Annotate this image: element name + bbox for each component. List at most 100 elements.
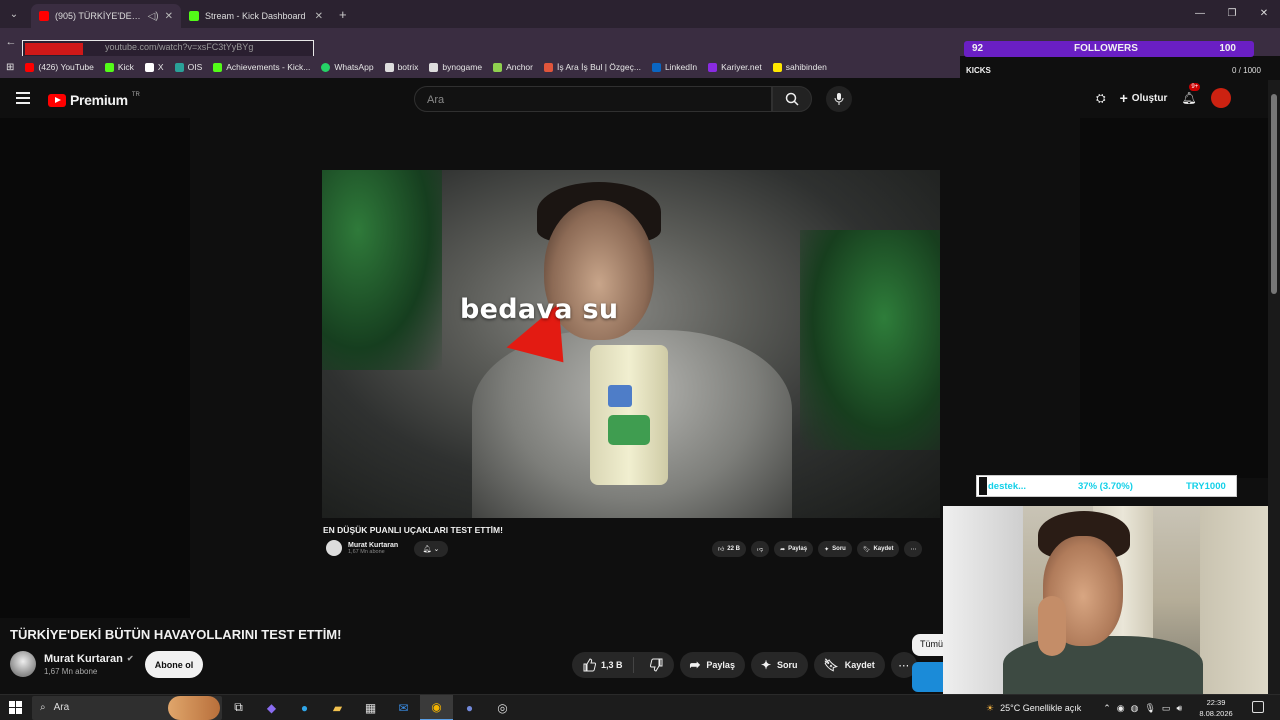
obs-icon[interactable]: ◎ [486, 695, 519, 720]
dislike-small-button[interactable]: 👎︎ [750, 541, 770, 557]
chip-all[interactable]: Tümü [912, 634, 944, 656]
bookmark-x[interactable]: X [144, 62, 164, 72]
tray-app-icon[interactable]: ◍ [1131, 703, 1139, 714]
followers-current: 92 [972, 43, 984, 54]
share-icon: ➦ [689, 657, 701, 672]
notifications-button[interactable]: 🔔︎ 9+ [1181, 83, 1201, 107]
thumbs-up-icon [583, 658, 596, 672]
voice-search-button[interactable] [826, 86, 852, 112]
chrome-icon[interactable]: ◉ [420, 694, 453, 720]
related-thumbnail[interactable] [912, 662, 944, 692]
bookmark-is-ara[interactable]: İş Ara İş Bul | Özgeç... [544, 62, 641, 72]
bell-icon[interactable]: 🔔︎ ⌄ [414, 541, 448, 557]
youtube-logo[interactable]: Premium TR [48, 92, 140, 108]
seat-left [322, 170, 442, 370]
edge-icon[interactable]: ● [288, 695, 321, 720]
copilot-icon[interactable]: ◆ [255, 695, 288, 720]
start-button[interactable] [0, 695, 30, 720]
menu-icon[interactable] [16, 92, 30, 104]
tab-kick-dashboard[interactable]: Stream - Kick Dashboard ✕ [181, 4, 331, 28]
windows-icon [8, 701, 22, 714]
save-small-button[interactable]: 🔖︎ Kaydet [856, 541, 900, 557]
create-button[interactable]: + Oluştur [1120, 90, 1168, 106]
bookmark-sahibinden[interactable]: sahibinden [772, 62, 827, 72]
url-field[interactable]: youtube.com/watch?v=xsFC3tYyBYg [22, 40, 314, 57]
donation-goal: TRY1000 [1186, 480, 1226, 492]
logo-region: TR [131, 92, 140, 98]
clock-time: 22:39 [1206, 698, 1226, 707]
new-tab-button[interactable]: + [339, 7, 347, 22]
file-explorer-icon[interactable]: ▰ [321, 695, 354, 720]
channel-small: Murat Kurtaran 1,67 Mn abone [326, 540, 398, 556]
search-button[interactable] [772, 86, 812, 112]
share-button[interactable]: ➦ Paylaş [679, 652, 745, 678]
maximize-button[interactable]: ❐ [1216, 0, 1248, 28]
donation-cursor [979, 477, 987, 495]
bookmark-bynogame[interactable]: bynogame [429, 62, 482, 72]
thumbs-down-icon [649, 658, 663, 672]
clock-date: 8.08.2026 [1199, 709, 1233, 718]
save-button[interactable]: 🔖︎ Kaydet [813, 652, 885, 678]
tray-chevron-icon[interactable]: ⌃ [1103, 703, 1111, 714]
share-small-button[interactable]: ➦ Paylaş [774, 541, 814, 557]
like-button[interactable]: 1,3 B [572, 657, 634, 673]
clock[interactable]: 22:39 8.08.2026 [1198, 697, 1234, 719]
weather-text[interactable]: 25°C Genellikle açık [1000, 703, 1081, 713]
store-icon[interactable]: ▦ [354, 695, 387, 720]
mic-tray-icon[interactable]: 🎙︎ [1144, 703, 1155, 714]
video-actions: 1,3 B ➦ Paylaş ✦ Soru 🔖︎ Kaydet ⋯ [572, 652, 917, 678]
subscribe-button[interactable]: Abone ol [145, 651, 203, 678]
bookmark-whatsapp[interactable]: WhatsApp [321, 62, 374, 72]
tray-app-icon[interactable]: ◉ [1117, 703, 1125, 714]
bookmark-anchor[interactable]: Anchor [493, 62, 533, 72]
task-view-icon[interactable]: ⧉ [222, 695, 255, 720]
volume-icon[interactable]: 🔊︎ [1176, 703, 1182, 714]
bookmarks-bar: ⊞ (426) YouTube Kick X OIS Achievements … [0, 56, 960, 78]
bookmark-linkedin[interactable]: LinkedIn [651, 62, 697, 72]
tab-youtube[interactable]: (905) TÜRKİYE'DEKİ BÜTÜN ◁) ✕ [31, 4, 181, 28]
bookmark-kick[interactable]: Kick [104, 62, 134, 72]
back-icon[interactable]: ← [0, 36, 22, 48]
account-avatar[interactable] [1210, 88, 1231, 108]
channel-name[interactable]: Murat Kurtaran [44, 653, 123, 665]
ask-button[interactable]: ✦ Soru [750, 652, 808, 678]
webcam-feed [943, 506, 1280, 694]
cast-icon[interactable]: ⛭ [1096, 91, 1106, 106]
minimize-button[interactable]: — [1184, 0, 1216, 28]
channel-avatar[interactable] [10, 651, 36, 677]
channel-row: Murat Kurtaran ✔ 1,67 Mn abone [10, 651, 134, 677]
bookmark-botrix[interactable]: botrix [384, 62, 418, 72]
apps-icon[interactable]: ⊞ [6, 62, 14, 73]
logo-text: Premium [70, 92, 128, 108]
close-tab-icon[interactable]: ✕ [315, 11, 323, 22]
notification-center-icon[interactable] [1252, 701, 1264, 713]
taskbar-search[interactable]: ⌕ Ara [32, 695, 222, 720]
more-small-button[interactable]: ⋯ [904, 541, 923, 557]
bookmark-ois[interactable]: OIS [174, 62, 202, 72]
bookmark-icon: 🔖︎ [823, 658, 839, 672]
close-tab-icon[interactable]: ✕ [165, 11, 173, 22]
youtube-header: Premium TR Ara ⛭ + Oluştur 🔔︎ 9+ [0, 80, 1268, 118]
mail-icon[interactable]: ✉ [387, 695, 420, 720]
close-window-button[interactable]: ✕ [1248, 0, 1280, 28]
bookmark-youtube[interactable]: (426) YouTube [25, 62, 94, 72]
kicks-label: KICKS [966, 66, 991, 75]
channel-avatar-small [326, 540, 342, 556]
ask-small-button[interactable]: ✦ Soru [818, 541, 852, 557]
bookmark-achievements[interactable]: Achievements - Kick... [213, 62, 310, 72]
discord-icon[interactable]: ● [453, 695, 486, 720]
scroll-thumb[interactable] [1271, 94, 1277, 294]
tab-search-button[interactable]: ⌄ [3, 3, 25, 25]
like-dislike-group: 1,3 B [572, 652, 674, 678]
page-scrollbar[interactable] [1268, 80, 1280, 694]
kick-favicon-icon [189, 11, 199, 21]
dislike-button[interactable] [640, 658, 674, 672]
like-small-button[interactable]: 👍︎ 22 B [712, 541, 746, 557]
search-input[interactable]: Ara [414, 86, 772, 112]
audio-icon[interactable]: ◁) [148, 11, 159, 22]
video-player[interactable]: bedava su [322, 170, 940, 518]
network-icon[interactable]: ▭ [1162, 703, 1171, 714]
bookmark-kariyer[interactable]: Kariyer.net [708, 62, 762, 72]
video-title: TÜRKİYE'DEKİ BÜTÜN HAVAYOLLARINI TEST ET… [10, 627, 342, 642]
search-icon: ⌕ [40, 702, 46, 713]
